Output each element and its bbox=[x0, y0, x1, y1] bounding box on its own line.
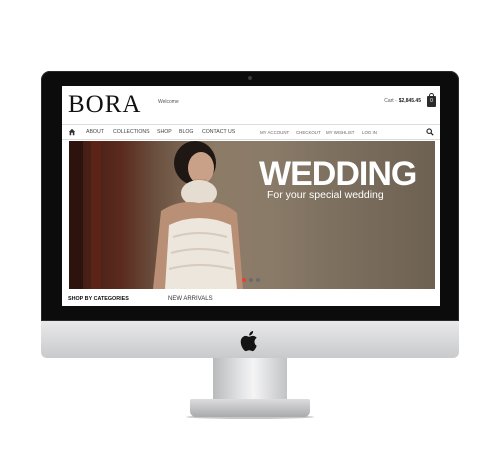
camera-icon bbox=[248, 76, 252, 80]
curtain-decoration bbox=[69, 141, 83, 289]
monitor-chin bbox=[41, 321, 459, 358]
site-logo[interactable]: BORA bbox=[68, 91, 141, 119]
nav-item-contact-us[interactable]: CONTACT US bbox=[202, 129, 235, 135]
website-screen: BORA Welcome Cart - $2,845.45 0 ABOUT CO… bbox=[62, 86, 440, 306]
imac-computer: BORA Welcome Cart - $2,845.45 0 ABOUT CO… bbox=[0, 0, 500, 463]
nav-item-about[interactable]: ABOUT bbox=[86, 129, 104, 135]
new-arrivals-heading: NEW ARRIVALS bbox=[168, 296, 213, 302]
cart-label: Cart - bbox=[384, 98, 397, 104]
slider-dot-active[interactable] bbox=[242, 278, 246, 282]
bride-photo bbox=[153, 141, 243, 289]
cart-count: 0 bbox=[430, 97, 433, 104]
monitor-stand-foot bbox=[190, 399, 310, 417]
nav-item-my-account[interactable]: MY ACCOUNT bbox=[260, 130, 289, 135]
nav-item-my-wishlist[interactable]: MY WISHLIST bbox=[326, 130, 354, 135]
slider-dot[interactable] bbox=[256, 278, 260, 282]
main-navigation: ABOUT COLLECTIONS SHOP BLOG CONTACT US M… bbox=[62, 124, 440, 140]
cart-widget[interactable]: Cart - $2,845.45 0 bbox=[384, 92, 436, 108]
section-headers: SHOP BY CATEGORIES NEW ARRIVALS bbox=[62, 292, 440, 306]
hero-slider[interactable]: WEDDING For your special wedding bbox=[69, 141, 435, 289]
site-header: BORA Welcome Cart - $2,845.45 0 bbox=[62, 86, 440, 124]
apple-logo-icon bbox=[240, 331, 257, 352]
hero-subtitle: For your special wedding bbox=[267, 189, 384, 201]
welcome-text: Welcome bbox=[158, 99, 179, 105]
slider-pagination bbox=[242, 278, 260, 282]
shop-by-categories-heading: SHOP BY CATEGORIES bbox=[68, 296, 129, 302]
nav-item-collections[interactable]: COLLECTIONS bbox=[113, 129, 150, 135]
nav-item-shop[interactable]: SHOP bbox=[157, 129, 172, 135]
cart-icon[interactable]: 0 bbox=[427, 92, 436, 107]
slider-dot[interactable] bbox=[249, 278, 253, 282]
nav-item-blog[interactable]: BLOG bbox=[179, 129, 193, 135]
nav-item-log-in[interactable]: LOG IN bbox=[362, 130, 377, 135]
nav-item-checkout[interactable]: CHECKOUT bbox=[296, 130, 321, 135]
monitor-stand-neck bbox=[213, 358, 287, 400]
cart-total: $2,845.45 bbox=[398, 98, 421, 104]
search-icon[interactable] bbox=[426, 128, 434, 136]
curtain-decoration bbox=[91, 141, 101, 289]
home-icon[interactable] bbox=[68, 128, 76, 136]
